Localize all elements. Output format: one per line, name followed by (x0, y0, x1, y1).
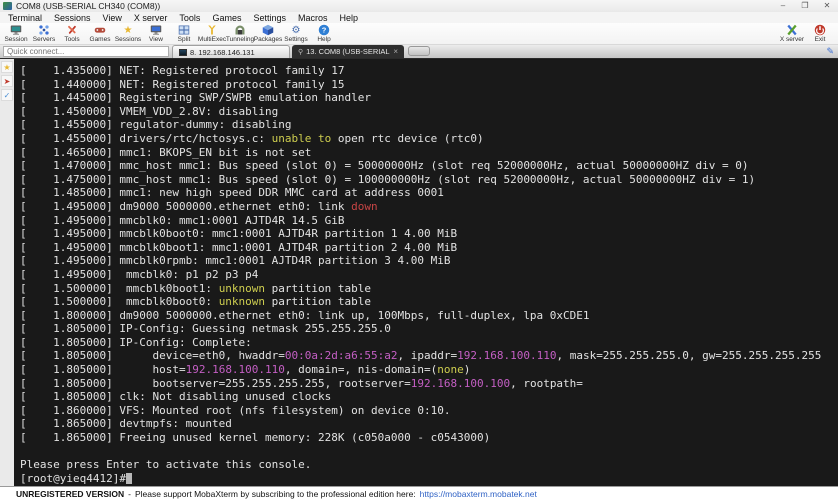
terminal-line: [ 1.465000] mmc1: BKOPS_EN bit is not se… (20, 146, 838, 160)
terminal-line: [ 1.495000] mmcblk0rpmb: mmc1:0001 AJTD4… (20, 254, 838, 268)
help-button[interactable]: ? Help (310, 24, 338, 43)
menu-item-macros[interactable]: Macros (294, 13, 336, 23)
terminal-line: [ 1.485000] mmc1: new high speed DDR MMC… (20, 186, 838, 200)
servers-icon (38, 24, 51, 36)
status-separator: - (128, 489, 131, 499)
sidebar-macros-icon[interactable]: ✓ (1, 89, 13, 101)
tab-session-8[interactable]: 8. 192.168.146.131 (172, 45, 290, 58)
view-icon (150, 24, 163, 36)
tunneling-icon (234, 24, 247, 36)
settings-gear-icon: ⚙ (290, 24, 303, 36)
sidebar-sessions-star-icon[interactable]: ★ (1, 61, 13, 73)
quick-connect-input[interactable] (3, 46, 169, 57)
xserver-button[interactable]: X server (778, 24, 806, 43)
minimize-icon[interactable]: – (772, 0, 794, 12)
menu-item-games[interactable]: Games (208, 13, 249, 23)
settings-button[interactable]: ⚙ Settings (282, 24, 310, 43)
terminal-line: [ 1.805000] IP-Config: Complete: (20, 336, 838, 350)
sessions-button[interactable]: ★ Sessions (114, 24, 142, 43)
tunneling-button[interactable]: Tunneling (226, 24, 254, 43)
window-title: COM8 (USB-SERIAL CH340 (COM8)) (16, 1, 160, 11)
terminal-line: [ 1.805000] IP-Config: Guessing netmask … (20, 322, 838, 336)
mobatek-link[interactable]: https://mobaxterm.mobatek.net (420, 489, 537, 499)
terminal-line: [root@yieq4412]# (20, 472, 838, 486)
new-tab-button[interactable] (408, 46, 430, 56)
app-icon (3, 2, 12, 10)
serial-plug-icon: ⚲ (298, 48, 303, 56)
games-button[interactable]: Games (86, 24, 114, 43)
terminal-line: Please press Enter to activate this cons… (20, 458, 838, 472)
toolbar: Session Servers Tools Games ★ Sessions V… (0, 23, 838, 45)
exit-button[interactable]: Exit (806, 24, 834, 43)
split-icon (178, 24, 191, 36)
terminal-line: [ 1.455000] drivers/rtc/hctosys.c: unabl… (20, 132, 838, 146)
maximize-icon[interactable]: ❐ (794, 0, 816, 12)
multiexec-icon (206, 24, 219, 36)
status-message: Please support MobaXterm by subscribing … (135, 489, 416, 499)
terminal-line: [ 1.440000] NET: Registered protocol fam… (20, 78, 838, 92)
session-button[interactable]: Session (2, 24, 30, 43)
terminal-line: [ 1.495000] mmcblk0: mmc1:0001 AJTD4R 14… (20, 214, 838, 228)
title-bar: COM8 (USB-SERIAL CH340 (COM8)) – ❐ ✕ (0, 0, 838, 12)
close-icon[interactable]: ✕ (816, 0, 838, 12)
servers-button[interactable]: Servers (30, 24, 58, 43)
terminal-line: [ 1.450000] VMEM_VDD_2.8V: disabling (20, 105, 838, 119)
status-bar: UNREGISTERED VERSION - Please support Mo… (0, 486, 838, 500)
terminal-line: [ 1.475000] mmc_host mmc1: Bus speed (sl… (20, 173, 838, 187)
terminal-line: [ 1.860000] VFS: Mounted root (nfs files… (20, 404, 838, 418)
terminal-line: [ 1.865000] Freeing unused kernel memory… (20, 431, 838, 445)
left-sidebar: ★ ➤ ✓ (0, 59, 14, 486)
terminal-line: [ 1.495000] mmcblk0: p1 p2 p3 p4 (20, 268, 838, 282)
terminal-line: [ 1.495000] dm9000 5000000.ethernet eth0… (20, 200, 838, 214)
terminal-line: [ 1.470000] mmc_host mmc1: Bus speed (sl… (20, 159, 838, 173)
terminal-output[interactable]: [ 1.435000] NET: Registered protocol fam… (14, 59, 838, 486)
terminal-line: [ 1.805000] bootserver=255.255.255.255, … (20, 377, 838, 391)
menu-item-terminal[interactable]: Terminal (4, 13, 50, 23)
sessions-star-icon: ★ (122, 24, 135, 36)
terminal-line (20, 445, 838, 459)
view-button[interactable]: View (142, 24, 170, 43)
split-button[interactable]: Split (170, 24, 198, 43)
terminal-line: [ 1.805000] clk: Not disabling unused cl… (20, 390, 838, 404)
sidebar-tools-icon[interactable]: ➤ (1, 75, 13, 87)
menu-item-settings[interactable]: Settings (249, 13, 294, 23)
pencil-icon: ✎ (826, 46, 834, 57)
terminal-icon (179, 49, 187, 56)
games-icon (94, 24, 107, 36)
menu-item-help[interactable]: Help (336, 13, 367, 23)
terminal-line: [ 1.495000] mmcblk0boot1: mmc1:0001 AJTD… (20, 241, 838, 255)
menu-item-view[interactable]: View (99, 13, 130, 23)
window-controls: – ❐ ✕ (772, 0, 838, 12)
multiexec-button[interactable]: MultiExec (198, 24, 226, 43)
terminal-line: [ 1.805000] device=eth0, hwaddr=00:0a:2d… (20, 349, 838, 363)
unregistered-version-label: UNREGISTERED VERSION (16, 489, 124, 499)
tab-session-13-active[interactable]: ⚲ 13. COM8 (USB-SERIAL CH340 (C × (292, 45, 404, 58)
terminal-line: [ 1.445000] Registering SWP/SWPB emulati… (20, 91, 838, 105)
terminal-line: [ 1.495000] mmcblk0boot0: mmc1:0001 AJTD… (20, 227, 838, 241)
tab-bar: 8. 192.168.146.131 ⚲ 13. COM8 (USB-SERIA… (0, 45, 838, 59)
main-area: ★ ➤ ✓ [ 1.435000] NET: Registered protoc… (0, 59, 838, 486)
terminal-line: [ 1.865000] devtmpfs: mounted (20, 417, 838, 431)
terminal-line: [ 1.805000] host=192.168.100.110, domain… (20, 363, 838, 377)
session-icon (10, 24, 23, 36)
menu-bar: TerminalSessionsViewX serverToolsGamesSe… (0, 12, 838, 23)
tab-close-icon[interactable]: × (393, 47, 398, 56)
menu-item-sessions[interactable]: Sessions (50, 13, 99, 23)
help-icon: ? (318, 24, 331, 36)
menu-item-x-server[interactable]: X server (130, 13, 176, 23)
terminal-line: [ 1.800000] dm9000 5000000.ethernet eth0… (20, 309, 838, 323)
packages-icon (262, 24, 275, 36)
terminal-line: [ 1.500000] mmcblk0boot1: unknown partit… (20, 282, 838, 296)
terminal-line: [ 1.455000] regulator-dummy: disabling (20, 118, 838, 132)
xserver-icon (786, 24, 799, 36)
terminal-line: [ 1.435000] NET: Registered protocol fam… (20, 64, 838, 78)
svg-text:?: ? (322, 26, 327, 35)
terminal-cursor (126, 473, 132, 484)
terminal-line: [ 1.500000] mmcblk0boot0: unknown partit… (20, 295, 838, 309)
tools-icon (66, 24, 79, 36)
exit-power-icon (814, 24, 827, 36)
menu-item-tools[interactable]: Tools (175, 13, 208, 23)
tools-button[interactable]: Tools (58, 24, 86, 43)
packages-button[interactable]: Packages (254, 24, 282, 43)
